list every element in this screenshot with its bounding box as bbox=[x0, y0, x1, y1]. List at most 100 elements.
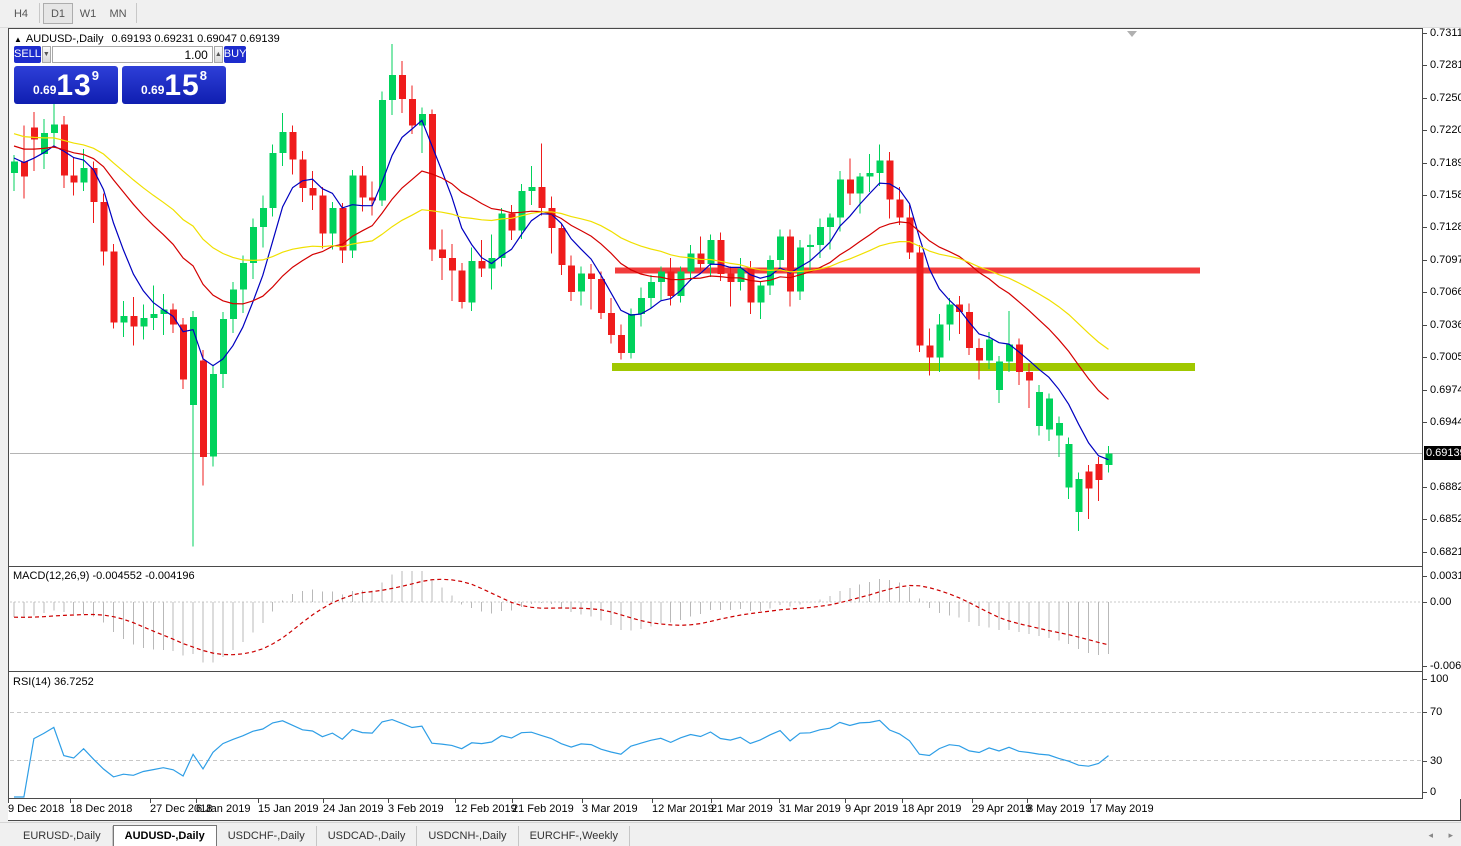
price-axis-tick bbox=[1423, 195, 1427, 196]
price-axis-tick bbox=[1423, 33, 1427, 34]
buy-price-point: 8 bbox=[200, 68, 207, 83]
chart-title: ▲AUDUSD-,Daily0.69193 0.69231 0.69047 0.… bbox=[14, 33, 280, 45]
price-axis-tick bbox=[1423, 260, 1427, 261]
price-axis-tick bbox=[1423, 357, 1427, 358]
tabs-holder: EURUSD-,DailyAUDUSD-,DailyUSDCHF-,DailyU… bbox=[12, 826, 630, 843]
rsi-axis-label: 30 bbox=[1430, 755, 1442, 767]
buy-price-pips: 15 bbox=[164, 71, 199, 101]
price-axis-tick bbox=[1423, 390, 1427, 391]
price-axis-label: 0.71585 bbox=[1430, 189, 1461, 201]
price-axis-tick bbox=[1423, 227, 1427, 228]
one-click-trading-widget: SELL ▼ ▲ BUY 0.69 13 9 0.69 15 8 bbox=[14, 46, 226, 104]
toolbar-separator bbox=[136, 3, 137, 23]
date-axis-label: 9 Dec 2018 bbox=[8, 803, 64, 815]
macd-axis-label: 0.00 bbox=[1430, 596, 1451, 608]
price-pane-canvas[interactable] bbox=[0, 28, 1422, 566]
collapse-arrow-icon[interactable]: ▲ bbox=[14, 35, 22, 44]
chart-shift-marker-icon[interactable] bbox=[1127, 31, 1137, 37]
macd-axis-tick bbox=[1423, 576, 1427, 577]
date-axis-label: 21 Mar 2019 bbox=[711, 803, 773, 815]
price-axis-label: 0.68210 bbox=[1430, 546, 1461, 558]
price-axis-label: 0.70360 bbox=[1430, 319, 1461, 331]
date-axis-label: 21 Feb 2019 bbox=[512, 803, 574, 815]
macd-pane-canvas[interactable] bbox=[0, 568, 1422, 671]
rsi-axis-label: 0 bbox=[1430, 786, 1436, 798]
price-axis-label: 0.68825 bbox=[1430, 481, 1461, 493]
price-axis-tick bbox=[1423, 98, 1427, 99]
price-axis-label: 0.71280 bbox=[1430, 221, 1461, 233]
sell-button[interactable]: SELL bbox=[14, 46, 41, 63]
price-axis-tick bbox=[1423, 325, 1427, 326]
toolbar-separator bbox=[39, 3, 40, 23]
macd-axis-tick bbox=[1423, 602, 1427, 603]
price-axis-tick bbox=[1423, 519, 1427, 520]
rsi-axis-tick bbox=[1423, 792, 1427, 793]
volume-decrease-icon[interactable]: ▼ bbox=[42, 46, 51, 63]
buy-price-base: 0.69 bbox=[141, 83, 164, 97]
volume-input[interactable] bbox=[52, 46, 213, 63]
rsi-axis-label: 70 bbox=[1430, 706, 1442, 718]
sell-price-base: 0.69 bbox=[33, 83, 56, 97]
timeframe-toolbar: H4 D1W1MN bbox=[0, 0, 1461, 28]
timeframe-button-h4[interactable]: H4 bbox=[6, 3, 36, 24]
date-axis-label: 18 Apr 2019 bbox=[902, 803, 961, 815]
buy-button[interactable]: BUY bbox=[224, 46, 247, 63]
price-axis-label: 0.70970 bbox=[1430, 254, 1461, 266]
price-axis-label: 0.72200 bbox=[1430, 124, 1461, 136]
price-axis-tick bbox=[1423, 65, 1427, 66]
date-axis-label: 8 May 2019 bbox=[1027, 803, 1084, 815]
price-axis-tick bbox=[1423, 292, 1427, 293]
date-axis[interactable]: 9 Dec 201818 Dec 201827 Dec 20186 Jan 20… bbox=[8, 799, 1422, 820]
sell-price-panel[interactable]: 0.69 13 9 bbox=[14, 66, 118, 104]
date-axis-label: 17 May 2019 bbox=[1090, 803, 1154, 815]
macd-axis-label: -0.006317 bbox=[1430, 660, 1461, 672]
symbol-tab-bar: EURUSD-,DailyAUDUSD-,DailyUSDCHF-,DailyU… bbox=[0, 822, 1461, 846]
rsi-axis-label: 100 bbox=[1430, 673, 1448, 685]
price-axis-label: 0.73115 bbox=[1430, 27, 1461, 39]
price-axis-tick bbox=[1423, 130, 1427, 131]
tab-scroll-left-icon[interactable]: ◂ bbox=[1428, 830, 1433, 841]
symbol-tab-usdcnh[interactable]: USDCNH-,Daily bbox=[417, 826, 518, 846]
price-axis-tick bbox=[1423, 552, 1427, 553]
symbol-tab-usdcad[interactable]: USDCAD-,Daily bbox=[317, 826, 418, 846]
pane-divider-rsi[interactable] bbox=[8, 671, 1461, 672]
date-axis-label: 18 Dec 2018 bbox=[70, 803, 132, 815]
price-axis-label: 0.72810 bbox=[1430, 59, 1461, 71]
date-axis-label: 29 Apr 2019 bbox=[972, 803, 1031, 815]
price-axis-label: 0.72505 bbox=[1430, 92, 1461, 104]
tab-scroll-right-icon[interactable]: ▸ bbox=[1448, 830, 1453, 841]
price-axis-tick bbox=[1423, 422, 1427, 423]
price-axis-tick bbox=[1423, 163, 1427, 164]
price-axis-label: 0.70665 bbox=[1430, 286, 1461, 298]
rsi-axis-tick bbox=[1423, 679, 1427, 680]
volume-increase-icon[interactable]: ▲ bbox=[214, 46, 223, 63]
symbol-tab-audusd[interactable]: AUDUSD-,Daily bbox=[113, 825, 217, 846]
rsi-axis-tick bbox=[1423, 761, 1427, 762]
price-axis-label: 0.70050 bbox=[1430, 351, 1461, 363]
buy-price-panel[interactable]: 0.69 15 8 bbox=[122, 66, 226, 104]
chart-ohlc-quotes: 0.69193 0.69231 0.69047 0.69139 bbox=[112, 33, 280, 45]
symbol-tab-usdchf[interactable]: USDCHF-,Daily bbox=[217, 826, 317, 846]
price-axis[interactable]: 0.73115 0.72810 0.72505 0.72200 0.71890 0.715… bbox=[1422, 28, 1461, 799]
rsi-label: RSI(14) 36.7252 bbox=[13, 676, 94, 688]
date-axis-label: 6 Jan 2019 bbox=[196, 803, 250, 815]
date-axis-label: 3 Mar 2019 bbox=[582, 803, 638, 815]
macd-label: MACD(12,26,9) -0.004552 -0.004196 bbox=[13, 570, 195, 582]
timeframe-button-w1[interactable]: W1 bbox=[73, 3, 103, 24]
price-axis-label: 0.68520 bbox=[1430, 513, 1461, 525]
price-axis-label: 0.71890 bbox=[1430, 157, 1461, 169]
timeframe-button-mn[interactable]: MN bbox=[103, 3, 133, 24]
current-price-badge: 0.69139 bbox=[1424, 446, 1461, 460]
timeframe-button-d1[interactable]: D1 bbox=[43, 3, 73, 24]
symbol-tab-eurusd[interactable]: EURUSD-,Daily bbox=[12, 826, 113, 846]
date-axis-label: 31 Mar 2019 bbox=[779, 803, 841, 815]
pane-divider-macd[interactable] bbox=[8, 566, 1461, 567]
price-axis-label: 0.69440 bbox=[1430, 416, 1461, 428]
date-axis-label: 15 Jan 2019 bbox=[258, 803, 319, 815]
rsi-pane-canvas[interactable] bbox=[0, 673, 1422, 798]
macd-axis-label: 0.003164 bbox=[1430, 570, 1461, 582]
date-axis-label: 24 Jan 2019 bbox=[323, 803, 384, 815]
symbol-tab-eurchf[interactable]: EURCHF-,Weekly bbox=[519, 826, 630, 846]
price-axis-label: 0.69745 bbox=[1430, 384, 1461, 396]
sell-price-pips: 13 bbox=[56, 71, 91, 101]
